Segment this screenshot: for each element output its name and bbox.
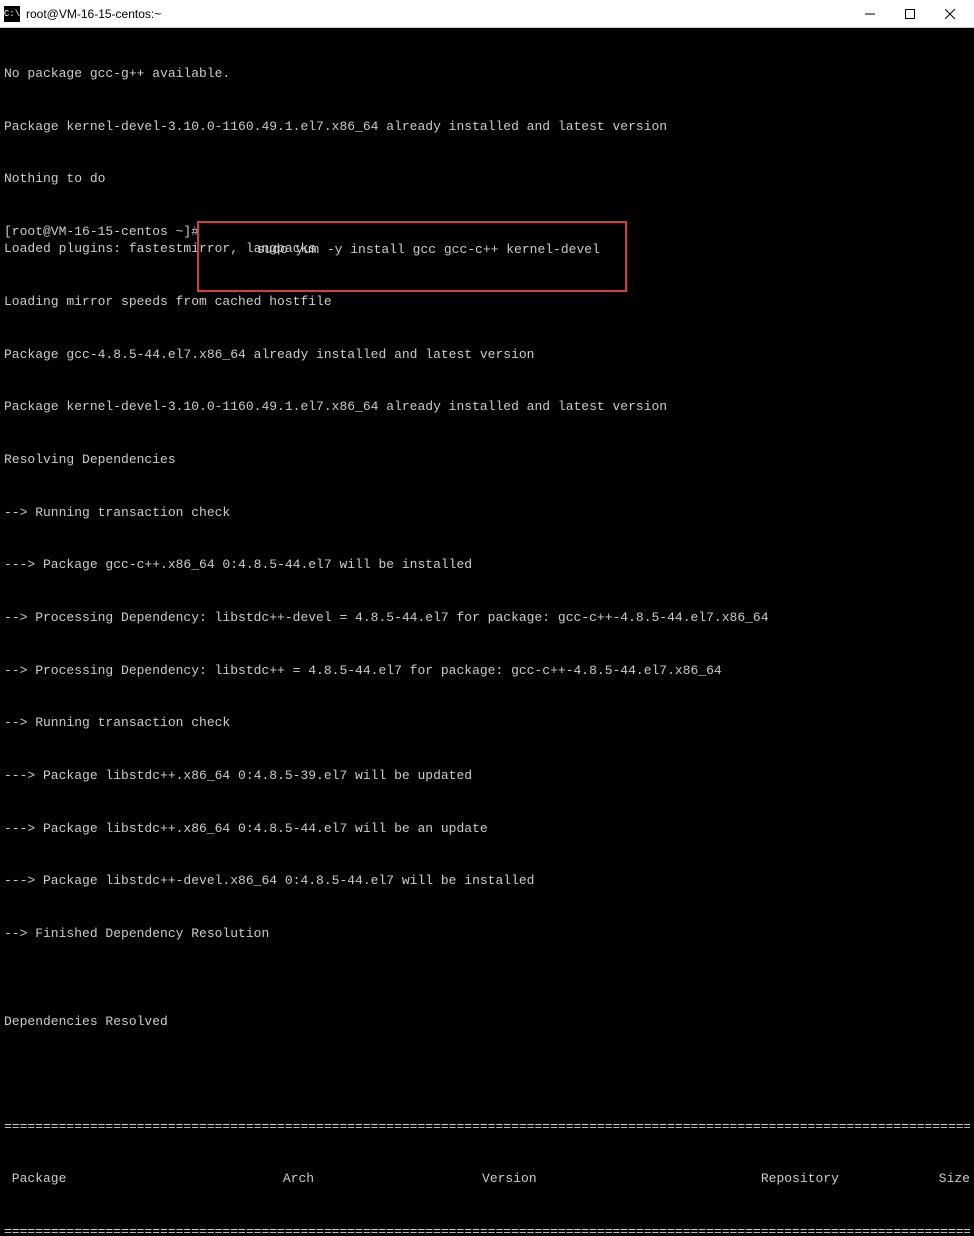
window-titlebar: C:\ root@VM-16-15-centos:~ xyxy=(0,0,974,28)
col-header-arch: Arch xyxy=(283,1170,482,1188)
col-header-version: Version xyxy=(482,1170,761,1188)
output-line: ---> Package gcc-c++.x86_64 0:4.8.5-44.e… xyxy=(4,556,970,574)
col-header-package: Package xyxy=(4,1170,283,1188)
output-line: Loading mirror speeds from cached hostfi… xyxy=(4,293,970,311)
terminal-icon: C:\ xyxy=(4,6,20,22)
maximize-button[interactable] xyxy=(890,0,930,28)
divider-line: ========================================… xyxy=(4,1118,970,1136)
output-line: --> Finished Dependency Resolution xyxy=(4,925,970,943)
output-line: --> Running transaction check xyxy=(4,504,970,522)
output-line: ---> Package libstdc++.x86_64 0:4.8.5-44… xyxy=(4,820,970,838)
minimize-button[interactable] xyxy=(850,0,890,28)
output-line: --> Processing Dependency: libstdc++ = 4… xyxy=(4,662,970,680)
prompt-line: [root@VM-16-15-centos ~]# Loaded plugins… xyxy=(4,223,970,258)
output-line: Package kernel-devel-3.10.0-1160.49.1.el… xyxy=(4,398,970,416)
output-line: --> Running transaction check xyxy=(4,714,970,732)
output-line: Package kernel-devel-3.10.0-1160.49.1.el… xyxy=(4,118,970,136)
window-title: root@VM-16-15-centos:~ xyxy=(26,7,850,21)
shell-prompt: [root@VM-16-15-centos ~]# xyxy=(4,224,199,239)
table-header: Package Arch Version Repository Size xyxy=(4,1170,970,1188)
col-header-size: Size xyxy=(890,1170,970,1188)
output-line: Package gcc-4.8.5-44.el7.x86_64 already … xyxy=(4,346,970,364)
output-line: Dependencies Resolved xyxy=(4,1013,970,1031)
window-controls xyxy=(850,0,970,28)
terminal-output[interactable]: No package gcc-g++ available. Package ke… xyxy=(0,28,974,1236)
close-button[interactable] xyxy=(930,0,970,28)
output-line: ---> Package libstdc++-devel.x86_64 0:4.… xyxy=(4,872,970,890)
output-line: Resolving Dependencies xyxy=(4,451,970,469)
highlighted-command: sudo yum -y install gcc gcc-c++ kernel-d… xyxy=(249,242,600,257)
output-line: Nothing to do xyxy=(4,170,970,188)
divider-line: ========================================… xyxy=(4,1223,970,1236)
col-header-repository: Repository xyxy=(761,1170,890,1188)
output-line: No package gcc-g++ available. xyxy=(4,65,970,83)
output-line: ---> Package libstdc++.x86_64 0:4.8.5-39… xyxy=(4,767,970,785)
